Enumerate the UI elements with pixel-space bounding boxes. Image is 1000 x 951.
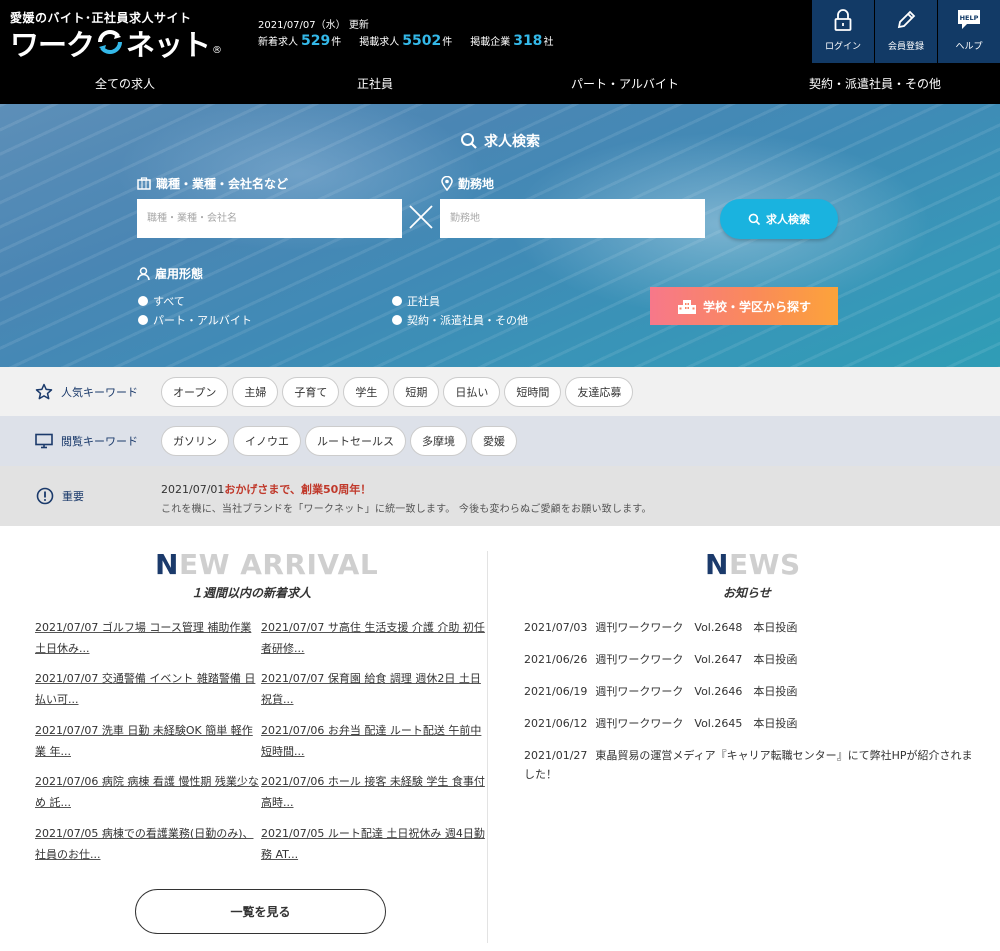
keyword-tag[interactable]: 短期 (393, 376, 440, 407)
nav-part-time[interactable]: パート・アルバイト (500, 63, 750, 104)
star-icon (35, 383, 53, 399)
keyword-tag[interactable]: 短時間 (504, 376, 562, 407)
radio-contract[interactable]: 契約・派遣社員・その他 (392, 312, 528, 328)
monitor-icon (35, 433, 53, 449)
search-icon (461, 133, 477, 149)
register-button[interactable]: 会員登録 (874, 0, 937, 63)
news-item[interactable]: 2021/06/19 週刊ワークワーク Vol.2646 本日投函 (524, 682, 976, 701)
job-listing-link[interactable]: 2021/07/07 交通警備 イベント 雑踏警備 日払い可... (35, 668, 259, 710)
radio-all[interactable]: すべて (138, 293, 185, 309)
view-all-button[interactable]: 一覧を見る (135, 889, 386, 934)
notice-label: 重要 (36, 487, 84, 505)
job-field-label: 職種・業種・会社名など (137, 175, 288, 192)
search-icon (748, 213, 761, 225)
employment-label: 雇用形態 (137, 265, 203, 282)
keyword-tag[interactable]: 日払い (443, 376, 501, 407)
radio-dot (138, 315, 148, 325)
keyword-tag[interactable]: オープン (161, 376, 229, 407)
section-divider (487, 551, 488, 943)
search-button[interactable]: 求人検索 (720, 199, 838, 239)
job-listing-link[interactable]: 2021/07/06 病院 病棟 看護 慢性期 残業少なめ 託... (35, 771, 259, 813)
job-keyword-input[interactable] (137, 199, 402, 238)
important-notice: 重要 2021/07/01おかげさまで、創業50周年！ これを機に、当社ブランド… (0, 466, 1000, 526)
location-field-label: 勤務地 (441, 175, 494, 192)
news-item[interactable]: 2021/06/26 週刊ワークワーク Vol.2647 本日投函 (524, 650, 976, 669)
radio-dot (392, 315, 402, 325)
notice-headline[interactable]: 2021/07/01おかげさまで、創業50周年！ (161, 481, 371, 497)
radio-dot (392, 296, 402, 306)
job-listing-link[interactable]: 2021/07/07 保育園 給食 調理 週休2日 土日祝貨... (261, 668, 485, 710)
logo-registered-mark: ® (212, 45, 223, 56)
map-pin-icon (441, 176, 453, 191)
nav-all-jobs[interactable]: 全ての求人 (0, 63, 250, 104)
notice-title: おかげさまで、創業50周年！ (224, 483, 372, 496)
search-hero: 求人検索 職種・業種・会社名など 勤務地 求人検索 (0, 104, 1000, 367)
viewed-keywords: 閲覧キーワード ガソリン イノウエ ルートセールス 多摩境 愛媛 (0, 416, 1000, 466)
job-listing-link[interactable]: 2021/07/05 ルート配達 土日祝休み 週4日勤務 AT... (261, 823, 485, 865)
keyword-tag[interactable]: 主婦 (232, 376, 279, 407)
stat-listed-companies: 掲載企業 318社 (470, 33, 554, 49)
keyword-tag[interactable]: 多摩境 (410, 426, 467, 456)
job-listing-link[interactable]: 2021/07/07 洗車 日勤 未経験OK 簡単 軽作業 年... (35, 720, 259, 762)
header-buttons: ログイン 会員登録 HELP ヘルプ (811, 0, 1000, 63)
site-logo[interactable]: ワーク ネット ® (10, 26, 223, 62)
keyword-tag[interactable]: ルートセールス (305, 426, 406, 456)
logo-text-work: ワーク (10, 28, 95, 62)
news-item[interactable]: 2021/01/27 東晶貿易の運営メディア『キャリア転職センター』にて弊社HPが… (524, 746, 976, 784)
nav-contract[interactable]: 契約・派遣社員・その他 (750, 63, 1000, 104)
radio-dot (138, 296, 148, 306)
svg-text:HELP: HELP (960, 14, 979, 22)
job-listing-link[interactable]: 2021/07/05 病棟での看護業務(日勤のみ)、社員のお仕... (35, 823, 259, 865)
school-search-button[interactable]: 学校・学区から探す (650, 287, 838, 325)
keyword-tag[interactable]: 子育て (282, 376, 340, 407)
keyword-tag[interactable]: 学生 (343, 376, 390, 407)
alert-icon (36, 487, 54, 505)
popular-keywords-label: 人気キーワード (0, 383, 161, 401)
radio-full-time[interactable]: 正社員 (392, 293, 440, 309)
new-arrival-title: NEW ARRIVAL (155, 548, 379, 581)
stat-new-jobs: 新着求人 529件 (258, 33, 342, 49)
radio-part-time[interactable]: パート・アルバイト (138, 312, 252, 328)
new-arrival-subtitle: １週間以内の新着求人 (191, 586, 312, 600)
global-nav: 全ての求人 正社員 パート・アルバイト 契約・派遣社員・その他 (0, 63, 1000, 104)
news-item[interactable]: 2021/07/03 週刊ワークワーク Vol.2648 本日投函 (524, 618, 976, 637)
news-subtitle: お知らせ (723, 586, 771, 600)
job-listing-link[interactable]: 2021/07/06 お弁当 配達 ルート配送 午前中 短時間... (261, 720, 485, 762)
search-title: 求人検索 (460, 131, 540, 151)
briefcase-icon (137, 177, 151, 190)
keyword-tag[interactable]: 友達応募 (565, 376, 634, 407)
school-building-icon (677, 300, 696, 314)
notice-body: これを機に、当社ブランドを「ワークネット」に統一致します。 今後も変わらぬご愛顧… (161, 504, 652, 515)
keyword-tag[interactable]: 愛媛 (471, 426, 517, 456)
location-input[interactable] (440, 199, 705, 238)
logo-mark-icon (96, 28, 124, 59)
site-header: 愛媛のバイト･正社員求人サイト ワーク ネット ® 2021/07/07（水） … (0, 0, 1000, 104)
notice-date: 2021/07/01 (161, 483, 225, 496)
keyword-tag[interactable]: イノウエ (233, 426, 301, 456)
login-button[interactable]: ログイン (811, 0, 874, 63)
stat-listed-jobs: 掲載求人 5502件 (359, 33, 453, 49)
keyword-tag[interactable]: ガソリン (161, 426, 229, 456)
job-listing-link[interactable]: 2021/07/07 サ高住 生活支援 介護 介助 初任者研修... (261, 617, 485, 659)
news-item[interactable]: 2021/06/12 週刊ワークワーク Vol.2645 本日投函 (524, 714, 976, 733)
job-stats: 新着求人 529件 掲載求人 5502件 掲載企業 318社 (258, 33, 553, 49)
person-icon (137, 266, 150, 280)
job-listing-link[interactable]: 2021/07/07 ゴルフ場 コース管理 補助作業 土日休み... (35, 617, 259, 659)
lock-icon (834, 9, 852, 31)
help-icon: HELP (958, 10, 980, 29)
logo-text-net: ネット (126, 28, 211, 62)
help-button[interactable]: HELP ヘルプ (937, 0, 1000, 63)
update-date: 2021/07/07（水） 更新 (258, 20, 369, 31)
viewed-keywords-label: 閲覧キーワード (0, 433, 161, 449)
pencil-icon (897, 10, 916, 29)
job-listing-link[interactable]: 2021/07/06 ホール 接客 未経験 学生 食事付 高時... (261, 771, 485, 813)
popular-keywords: 人気キーワード オープン 主婦 子育て 学生 短期 日払い 短時間 友達応募 (0, 367, 1000, 416)
cross-icon (409, 205, 433, 229)
news-title: NEWS (705, 548, 801, 581)
nav-full-time[interactable]: 正社員 (250, 63, 500, 104)
